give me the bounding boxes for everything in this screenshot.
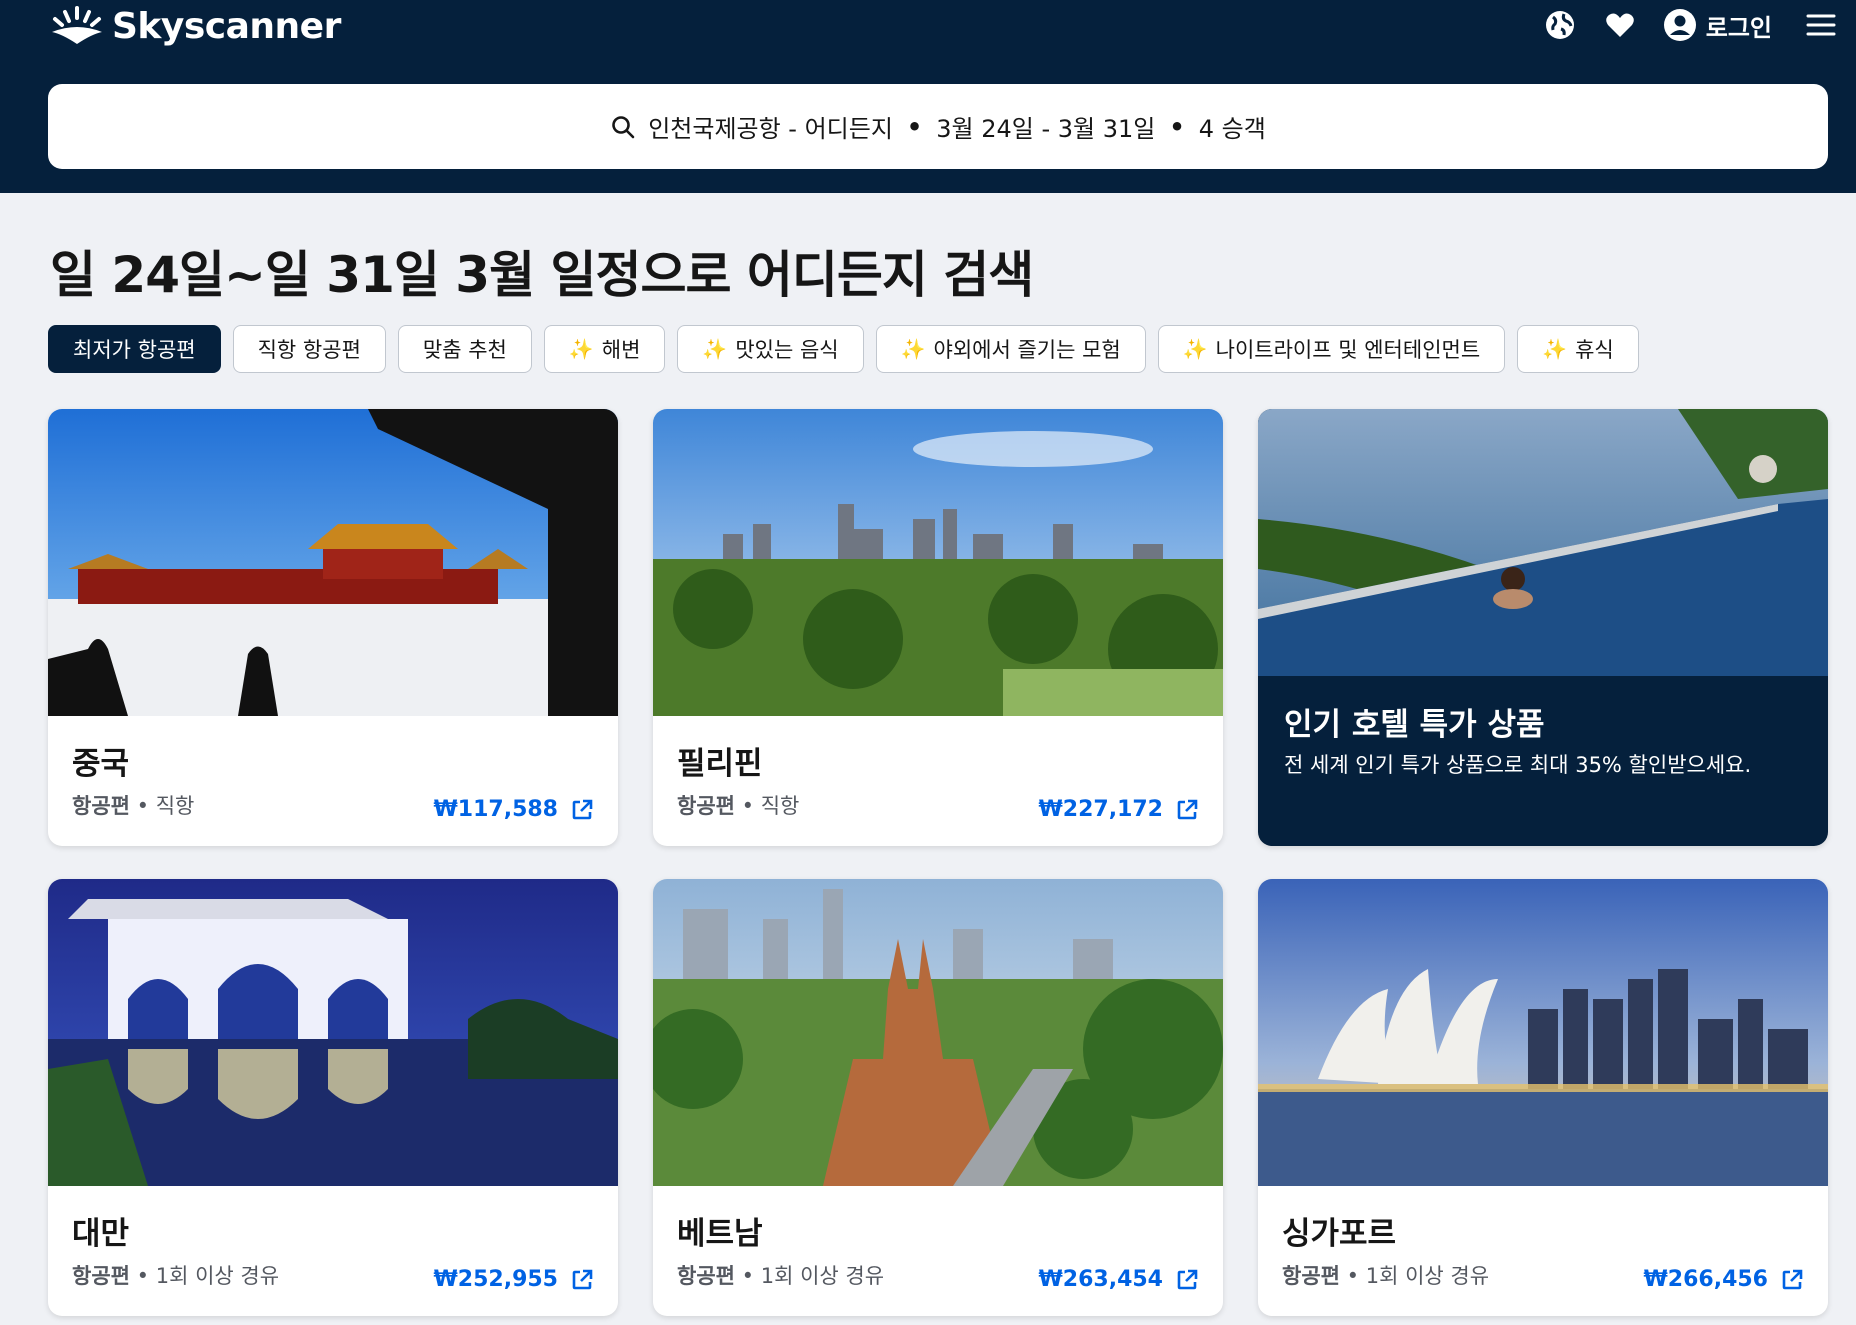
chip-relax[interactable]: ✨ 휴식 — [1517, 325, 1639, 373]
price-link[interactable]: ₩117,588 — [434, 797, 594, 822]
chip-direct-flights[interactable]: 직항 항공편 — [232, 325, 386, 373]
flight-info: 항공편 • 1회 이상 경유 — [677, 1264, 885, 1288]
menu-icon[interactable] — [1804, 8, 1838, 42]
brand-name: Skyscanner — [112, 5, 341, 47]
login-button[interactable]: 로그인 — [1663, 8, 1772, 43]
price-link[interactable]: ₩227,172 — [1039, 797, 1199, 822]
sparkle-icon: ✨ — [568, 337, 594, 361]
destination-image — [48, 409, 618, 716]
destination-image — [1258, 879, 1828, 1186]
flight-info: 항공편 • 직항 — [72, 794, 195, 818]
destination-name: 필리핀 — [677, 746, 763, 782]
chip-nightlife[interactable]: ✨ 나이트라이프 및 엔터테인먼트 — [1157, 325, 1506, 373]
chip-food[interactable]: ✨ 맛있는 음식 — [677, 325, 864, 373]
destination-card-vietnam[interactable]: 베트남 항공편 • 1회 이상 경유 ₩263,454 — [653, 879, 1223, 1316]
external-link-icon — [572, 799, 593, 819]
card-body: 싱가포르 항공편 • 1회 이상 경유 ₩266,456 — [1258, 1186, 1828, 1316]
card-body: 대만 항공편 • 1회 이상 경유 ₩252,955 — [48, 1186, 618, 1316]
external-link-icon — [572, 1269, 593, 1289]
destination-name: 중국 — [72, 746, 130, 782]
external-link-icon — [1782, 1269, 1803, 1289]
external-link-icon — [1177, 799, 1198, 819]
login-label: 로그인 — [1705, 13, 1772, 42]
top-header: Skyscanner 로그인 인천국제공항 - 어디든지 • 3월 24일 - … — [0, 0, 1856, 193]
chip-beach[interactable]: ✨ 해변 — [543, 325, 666, 373]
price-link[interactable]: ₩263,454 — [1039, 1267, 1199, 1292]
destination-card-philippines[interactable]: 필리핀 항공편 • 직항 ₩227,172 — [653, 409, 1223, 846]
destination-image — [653, 409, 1223, 716]
card-body: 필리핀 항공편 • 직항 ₩227,172 — [653, 716, 1223, 846]
chip-recommended[interactable]: 맞춤 추천 — [397, 325, 532, 373]
external-link-icon — [1177, 1269, 1198, 1289]
price: ₩117,588 — [433, 797, 558, 822]
filter-chips: 최저가 항공편 직항 항공편 맞춤 추천 ✨ 해변 ✨ 맛있는 음식 ✨ 야외에서 즐… — [48, 325, 1651, 373]
destination-name: 베트남 — [677, 1216, 763, 1252]
price: ₩227,172 — [1038, 797, 1163, 822]
destination-card-china[interactable]: 중국 항공편 • 직항 ₩117,588 — [48, 409, 618, 846]
flight-info: 항공편 • 직항 — [677, 794, 800, 818]
destination-card-taiwan[interactable]: 대만 항공편 • 1회 이상 경유 ₩252,955 — [48, 879, 618, 1316]
sparkle-icon: ✨ — [900, 337, 926, 361]
sun-logo-icon — [52, 6, 102, 44]
sparkle-icon: ✨ — [1542, 337, 1568, 361]
promo-image — [1258, 409, 1828, 676]
promo-subtitle: 전 세계 인기 특가 상품으로 최대 35% 할인받으세요. — [1284, 753, 1752, 777]
price-link[interactable]: ₩252,955 — [434, 1267, 594, 1292]
header-actions: 로그인 — [1517, 2, 1838, 48]
flight-info: 항공편 • 1회 이상 경유 — [1282, 1264, 1490, 1288]
chip-cheapest-flights[interactable]: 최저가 항공편 — [48, 325, 221, 373]
heart-icon[interactable] — [1603, 8, 1637, 42]
sparkle-icon: ✨ — [1182, 337, 1208, 361]
destination-name: 대만 — [72, 1216, 130, 1252]
destination-image — [48, 879, 618, 1186]
separator-dot: • — [1169, 112, 1185, 141]
price: ₩266,456 — [1643, 1267, 1768, 1292]
hotel-deals-promo[interactable]: 인기 호텔 특가 상품 전 세계 인기 특가 상품으로 최대 35% 할인받으세… — [1258, 409, 1828, 846]
search-route: 인천국제공항 - 어디든지 — [648, 115, 893, 143]
price-link[interactable]: ₩266,456 — [1644, 1267, 1804, 1292]
separator-dot: • — [906, 112, 923, 141]
chip-outdoor-adventure[interactable]: ✨ 야외에서 즐기는 모험 — [875, 325, 1146, 373]
user-icon — [1663, 9, 1696, 41]
card-body: 중국 항공편 • 직항 ₩117,588 — [48, 716, 618, 846]
search-icon — [612, 115, 635, 138]
price: ₩252,955 — [433, 1267, 558, 1292]
destination-name: 싱가포르 — [1282, 1216, 1397, 1252]
price: ₩263,454 — [1038, 1267, 1163, 1292]
skyscanner-logo[interactable]: Skyscanner — [48, 2, 341, 50]
search-dates: 3월 24일 - 3월 31일 — [936, 115, 1156, 143]
destination-image — [653, 879, 1223, 1186]
card-body: 베트남 항공편 • 1회 이상 경유 ₩263,454 — [653, 1186, 1223, 1316]
search-travelers: 4 승객 — [1198, 115, 1266, 143]
page-title: 일 24일~일 31일 3월 일정으로 어디든지 검색 — [50, 246, 1034, 304]
search-summary-bar[interactable]: 인천국제공항 - 어디든지 • 3월 24일 - 3월 31일 • 4 승객 — [48, 84, 1828, 169]
globe-icon[interactable] — [1543, 8, 1577, 42]
destination-card-singapore[interactable]: 싱가포르 항공편 • 1회 이상 경유 ₩266,456 — [1258, 879, 1828, 1316]
flight-info: 항공편 • 1회 이상 경유 — [72, 1264, 280, 1288]
sparkle-icon: ✨ — [702, 337, 728, 361]
promo-title: 인기 호텔 특가 상품 — [1284, 707, 1545, 743]
